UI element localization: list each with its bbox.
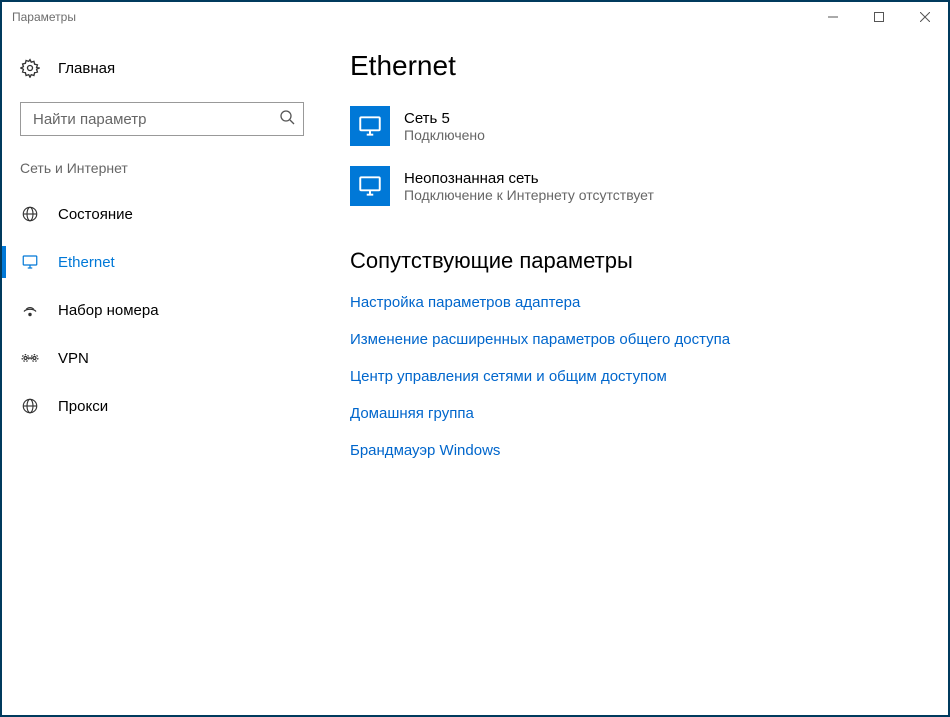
- sidebar-item-label: Состояние: [58, 206, 133, 223]
- search-input[interactable]: [31, 110, 279, 129]
- network-item[interactable]: Неопознанная сеть Подключение к Интернет…: [350, 160, 928, 220]
- dialup-icon: [20, 301, 40, 319]
- sidebar-item-vpn[interactable]: VPN: [2, 334, 322, 382]
- proxy-icon: [20, 397, 40, 415]
- maximize-button[interactable]: [856, 2, 902, 32]
- close-button[interactable]: [902, 2, 948, 32]
- gear-icon: [20, 58, 40, 78]
- network-status: Подключено: [404, 127, 485, 143]
- related-link-homegroup[interactable]: Домашняя группа: [350, 405, 928, 422]
- related-link-adapter[interactable]: Настройка параметров адаптера: [350, 294, 928, 311]
- minimize-icon: [828, 12, 838, 22]
- vpn-icon: [20, 349, 40, 367]
- related-link-firewall[interactable]: Брандмауэр Windows: [350, 442, 928, 459]
- sidebar-item-status[interactable]: Состояние: [2, 190, 322, 238]
- related-section-title: Сопутствующие параметры: [350, 248, 928, 274]
- title-bar: Параметры: [2, 2, 948, 32]
- network-item[interactable]: Сеть 5 Подключено: [350, 100, 928, 160]
- main-panel: Ethernet Сеть 5 Подключено Неопознанная …: [322, 32, 948, 715]
- maximize-icon: [874, 12, 884, 22]
- ethernet-icon: [20, 253, 40, 271]
- sidebar: Главная Сеть и Интернет Состояние: [2, 32, 322, 715]
- globe-icon: [20, 205, 40, 223]
- network-icon: [350, 106, 390, 146]
- network-name: Неопознанная сеть: [404, 170, 654, 187]
- window-controls: [810, 2, 948, 32]
- sidebar-item-dialup[interactable]: Набор номера: [2, 286, 322, 334]
- sidebar-item-ethernet[interactable]: Ethernet: [2, 238, 322, 286]
- minimize-button[interactable]: [810, 2, 856, 32]
- network-icon: [350, 166, 390, 206]
- sidebar-item-label: Набор номера: [58, 302, 159, 319]
- category-label: Сеть и Интернет: [2, 154, 322, 190]
- network-name: Сеть 5: [404, 110, 485, 127]
- search-icon: [279, 109, 295, 129]
- sidebar-item-label: Прокси: [58, 398, 108, 415]
- network-status: Подключение к Интернету отсутствует: [404, 187, 654, 203]
- home-label: Главная: [58, 60, 115, 77]
- search-input-wrapper[interactable]: [20, 102, 304, 136]
- window-title: Параметры: [12, 10, 76, 24]
- related-link-sharing[interactable]: Изменение расширенных параметров общего …: [350, 331, 928, 348]
- sidebar-item-proxy[interactable]: Прокси: [2, 382, 322, 430]
- related-link-network-center[interactable]: Центр управления сетями и общим доступом: [350, 368, 928, 385]
- home-button[interactable]: Главная: [2, 48, 322, 88]
- page-title: Ethernet: [350, 50, 928, 82]
- sidebar-item-label: VPN: [58, 350, 89, 367]
- sidebar-item-label: Ethernet: [58, 254, 115, 271]
- close-icon: [920, 12, 930, 22]
